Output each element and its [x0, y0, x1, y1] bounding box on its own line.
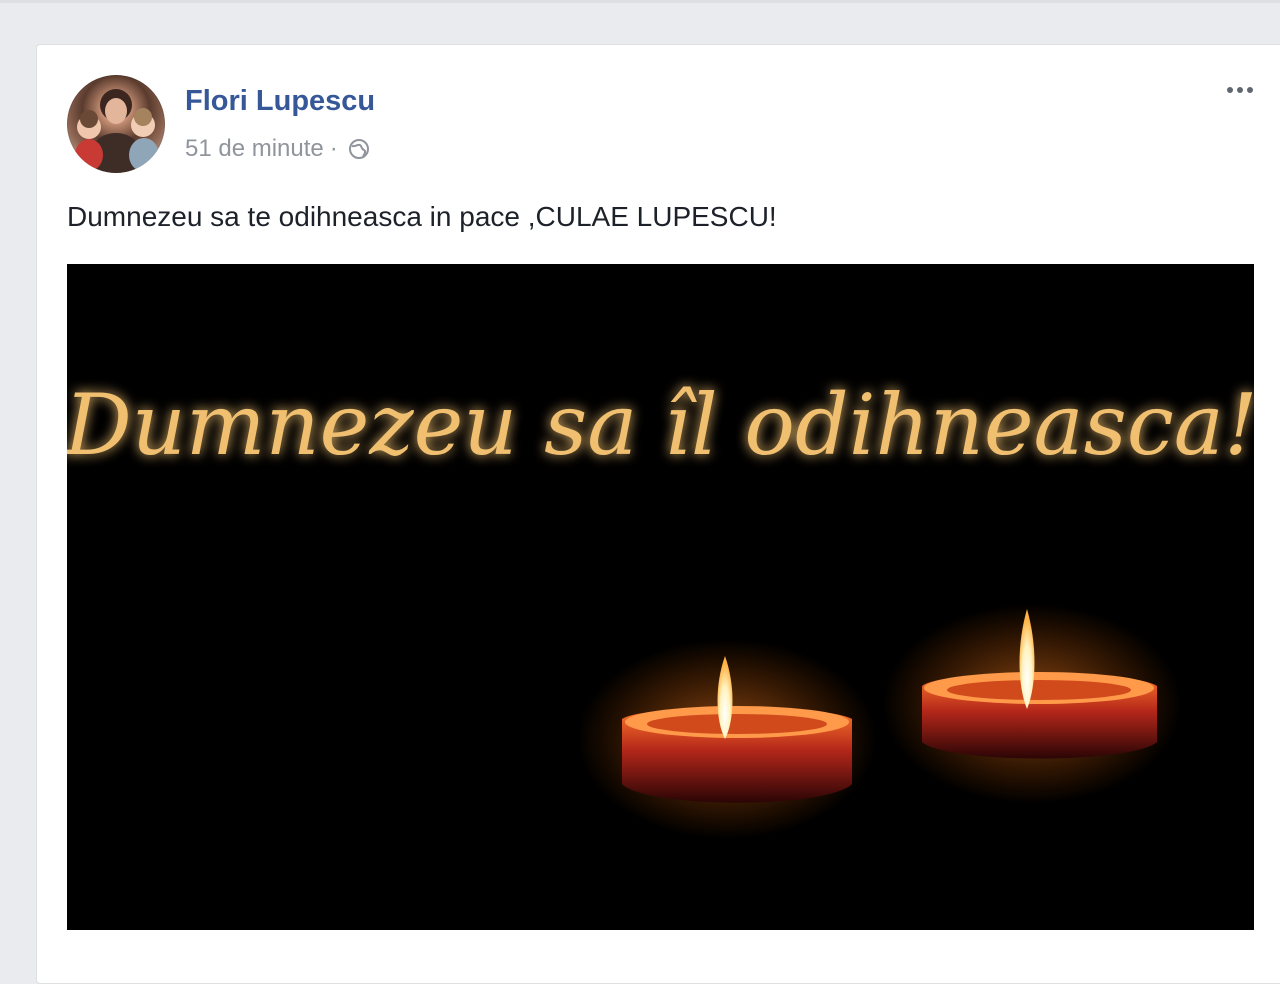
- more-options-icon: [1227, 87, 1233, 93]
- author-name-link[interactable]: Flori Lupescu: [185, 85, 375, 118]
- top-divider: [0, 0, 1280, 3]
- more-options-dot: [1237, 87, 1243, 93]
- more-options-dot: [1247, 87, 1253, 93]
- post-image[interactable]: Dumnezeu sa îl odihneasca!: [67, 264, 1254, 930]
- author-avatar[interactable]: [67, 75, 165, 173]
- avatar-photo-icon: [75, 89, 159, 173]
- post-timestamp[interactable]: 51 de minute: [185, 135, 324, 163]
- image-caption-text: Dumnezeu sa îl odihneasca!: [67, 376, 1254, 474]
- meta-separator: ·: [329, 135, 338, 162]
- post-text: Dumnezeu sa te odihneasca in pace ,CULAE…: [67, 201, 777, 232]
- more-options-button[interactable]: [1220, 75, 1260, 105]
- globe-icon[interactable]: [348, 138, 370, 160]
- post-meta: 51 de minute ·: [185, 135, 370, 163]
- post-card: Flori Lupescu 51 de minute · Dumnezeu sa…: [36, 44, 1280, 984]
